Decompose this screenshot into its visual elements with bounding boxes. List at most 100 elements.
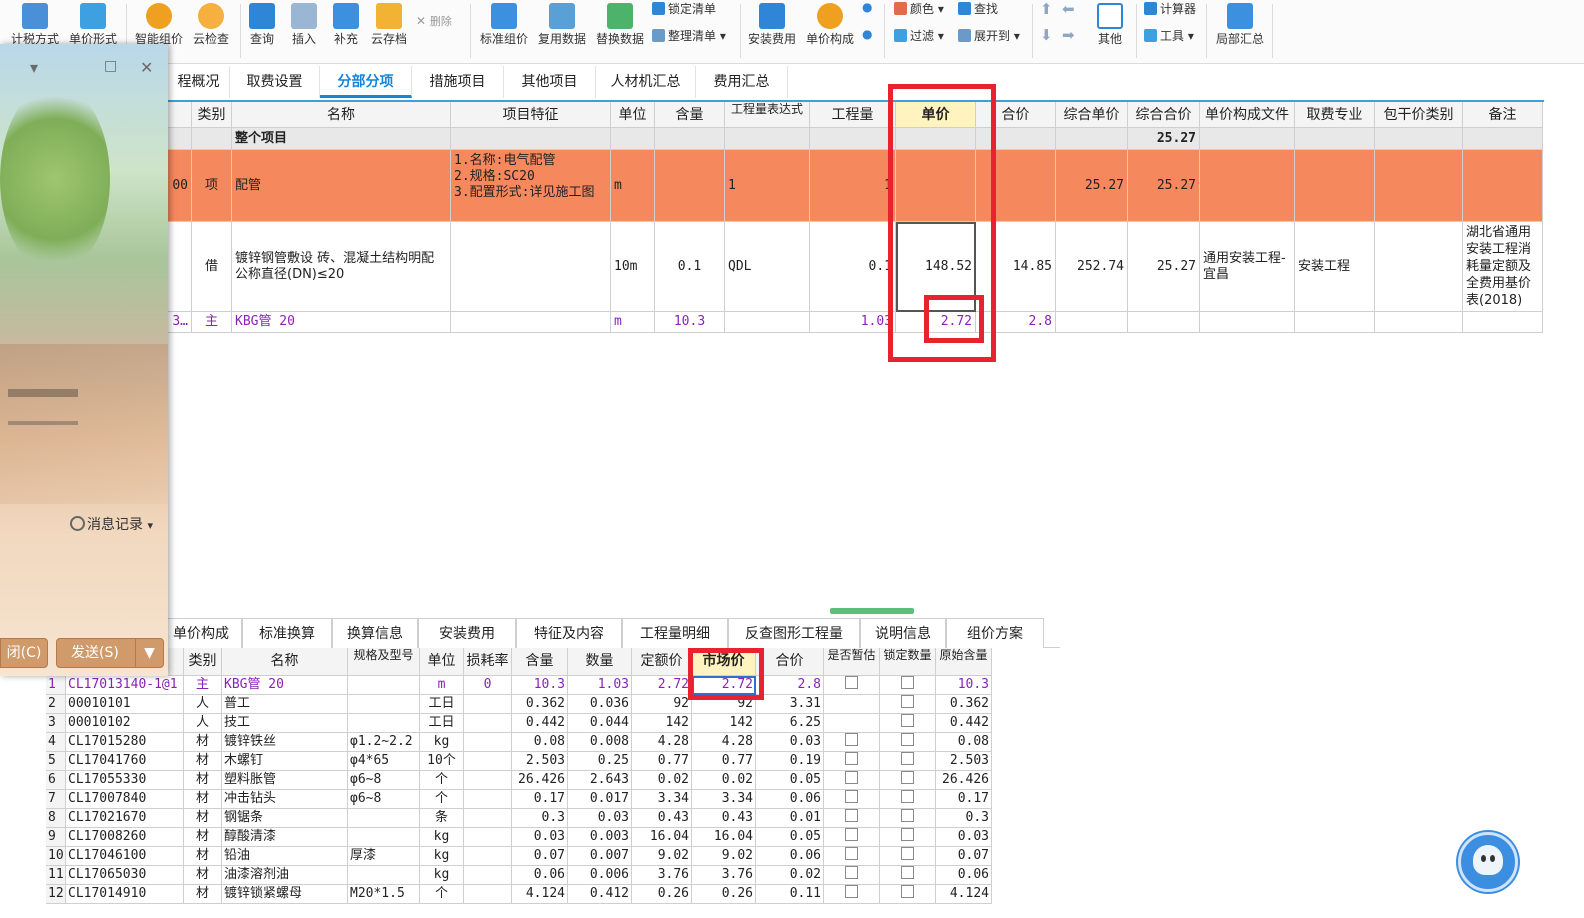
col-features[interactable]: 项目特征	[451, 102, 611, 128]
checkbox[interactable]	[845, 790, 858, 803]
query-button[interactable]: 查询	[242, 0, 282, 48]
cell-content[interactable]: 2.503	[512, 752, 568, 771]
table-row[interactable]: 12 CL17014910 材镀锌锁紧螺母 M20*1.5 个 4.124 0.412 0.2…	[46, 885, 996, 904]
tab-reverse-lookup[interactable]: 反查图形工程量	[728, 618, 860, 648]
col-content[interactable]: 含量	[655, 102, 725, 128]
table-row-total[interactable]: 整个项目 25.27	[0, 128, 1544, 150]
lock-list-button[interactable]: 锁定清单	[652, 0, 716, 17]
cell-content[interactable]: 10.3	[512, 676, 568, 695]
table-row[interactable]: 5 CL17041760 材木螺钉 φ4*65 10个 2.503 0.25 0.77 0.77…	[46, 752, 996, 771]
col-loss-rate[interactable]: 损耗率	[464, 648, 512, 676]
col-content[interactable]: 含量	[512, 648, 568, 676]
col-qty[interactable]: 工程量	[810, 102, 896, 128]
checkbox[interactable]	[901, 676, 914, 689]
color-button[interactable]: 颜色 ▾	[894, 0, 944, 17]
tab-fee-settings[interactable]: 取费设置	[230, 66, 320, 98]
calculator-button[interactable]: 计算器	[1144, 0, 1196, 17]
tab-quantity-details[interactable]: 工程量明细	[622, 618, 728, 648]
checkbox[interactable]	[901, 695, 914, 708]
checkbox[interactable]	[901, 714, 914, 727]
tax-method-button[interactable]: 计税方式	[6, 0, 64, 48]
assistant-robot-button[interactable]	[1458, 832, 1518, 892]
tab-features-content[interactable]: 特征及内容	[516, 618, 622, 648]
table-row[interactable]: 11 CL17065030 材油漆溶剂油 kg 0.06 0.006 3.76 3.76 0.0…	[46, 866, 996, 885]
checkbox[interactable]	[845, 847, 858, 860]
move-right-icon[interactable]: ➡	[1062, 26, 1075, 44]
checkbox[interactable]	[901, 790, 914, 803]
tab-description[interactable]: 说明信息	[860, 618, 946, 648]
table-row[interactable]: 7 CL17007840 材冲击钻头 φ6~8 个 0.17 0.017 3.34 3.34 0.…	[46, 790, 996, 809]
table-row[interactable]: 4 CL17015280 材镀锌铁丝 φ1.2~2.2 kg 0.08 0.008 4.28 4…	[46, 733, 996, 752]
organize-list-button[interactable]: 整理清单 ▾	[652, 27, 726, 44]
col-quantity[interactable]: 数量	[568, 648, 632, 676]
table-row[interactable]: 6 CL17055330 材塑料胀管 φ6~8 个 26.426 2.643 0.02 0.02…	[46, 771, 996, 790]
cell-content[interactable]: 0.07	[512, 847, 568, 866]
tab-sub-items[interactable]: 分部分项	[320, 66, 412, 98]
cell-content[interactable]: 0.3	[512, 809, 568, 828]
checkbox[interactable]	[845, 866, 858, 879]
cell-market-price[interactable]: 16.04	[692, 828, 756, 847]
table-row[interactable]: 3 00010102 人技工 工日 0.442 0.044 142 142 6.25 0.442	[46, 714, 996, 733]
tab-measures[interactable]: 措施项目	[412, 66, 504, 98]
move-left-icon[interactable]: ⬅	[1062, 0, 1075, 18]
tab-pricing-scheme[interactable]: 组价方案	[946, 618, 1044, 648]
col-total[interactable]: 合价	[756, 648, 824, 676]
cell-content[interactable]: 0.03	[512, 828, 568, 847]
cell-market-price[interactable]: 3.76	[692, 866, 756, 885]
col-lock-qty[interactable]: 锁定数量	[880, 648, 936, 676]
table-row-quota[interactable]: 借 镀锌钢管敷设 砖、混凝土结构明配 公称直径(DN)≤20 10m 0.1 Q…	[0, 222, 1544, 312]
cell-content[interactable]: 0.17	[512, 790, 568, 809]
col-type[interactable]: 类别	[192, 102, 232, 128]
cell-content[interactable]: 0.442	[512, 714, 568, 733]
price-form-button[interactable]: 单价形式	[64, 0, 122, 48]
cell-market-price[interactable]: 4.28	[692, 733, 756, 752]
col-qty-expr[interactable]: 工程量表达式	[725, 102, 810, 128]
checkbox[interactable]	[901, 809, 914, 822]
cell-market-price[interactable]: 0.77	[692, 752, 756, 771]
close-chat-button[interactable]: 闭(C)	[0, 638, 48, 668]
col-quota-price[interactable]: 定额价	[632, 648, 692, 676]
col-fee-major[interactable]: 取费专业	[1295, 102, 1375, 128]
cell-content[interactable]: 0.08	[512, 733, 568, 752]
cloud-check-button[interactable]: 云检查	[186, 0, 236, 48]
col-name[interactable]: 名称	[232, 102, 451, 128]
checkbox[interactable]	[901, 752, 914, 765]
checkbox[interactable]	[845, 885, 858, 898]
col-spec[interactable]: 规格及型号	[348, 648, 420, 676]
checkbox[interactable]	[845, 752, 858, 765]
table-row[interactable]: 1 CL17013140-1@1 主 KBG管 20 m 0 10.3 1.03 2.72 2.7…	[46, 676, 996, 695]
col-lump-type[interactable]: 包干价类别	[1375, 102, 1463, 128]
cell-market-price[interactable]: 142	[692, 714, 756, 733]
checkbox[interactable]	[845, 733, 858, 746]
install-fee-button[interactable]: 安装费用	[744, 0, 800, 48]
cell-quantity[interactable]: 0.03	[568, 809, 632, 828]
checkbox[interactable]	[845, 676, 858, 689]
standard-pricing-button[interactable]: 标准组价	[476, 0, 532, 48]
cell-content[interactable]: 0.362	[512, 695, 568, 714]
find-button[interactable]: 查找	[958, 0, 998, 17]
cell-market-price[interactable]: 3.34	[692, 790, 756, 809]
smart-pricing-button[interactable]: 智能组价	[130, 0, 188, 48]
table-row[interactable]: 8 CL17021670 材钢锯条条 0.3 0.03 0.43 0.43 0.01 0.3	[46, 809, 996, 828]
cell-quantity[interactable]: 0.006	[568, 866, 632, 885]
checkbox[interactable]	[845, 809, 858, 822]
replace-data-button[interactable]: 替换数据	[592, 0, 648, 48]
cell-quantity[interactable]: 0.25	[568, 752, 632, 771]
message-record-button[interactable]: 消息记录 ▾	[70, 514, 153, 534]
insert-button[interactable]: 插入	[284, 0, 324, 48]
tools-button[interactable]: 工具 ▾	[1144, 27, 1194, 44]
partial-summary-button[interactable]: 局部汇总	[1212, 0, 1268, 48]
price-composition-button[interactable]: 单价构成	[802, 0, 858, 48]
cell-market-price[interactable]: 0.26	[692, 885, 756, 904]
reuse-data-button[interactable]: 复用数据	[534, 0, 590, 48]
filter-button[interactable]: 过滤 ▾	[894, 27, 944, 44]
tab-other-items[interactable]: 其他项目	[504, 66, 596, 98]
cell-market-price[interactable]: 0.02	[692, 771, 756, 790]
cell-quantity[interactable]: 0.008	[568, 733, 632, 752]
cell-quantity[interactable]: 0.036	[568, 695, 632, 714]
move-down-icon[interactable]: ⬇	[1040, 26, 1053, 44]
tab-standard-conversion[interactable]: 标准换算	[242, 618, 332, 648]
send-button[interactable]: 发送(S) ▼	[56, 638, 164, 668]
table-row-list-item[interactable]: 00 项 配管 1.名称:电气配管 2.规格:SC20 3.配置形式:详见施工图…	[0, 150, 1544, 222]
template-small-button-2[interactable]: ●	[862, 27, 872, 41]
